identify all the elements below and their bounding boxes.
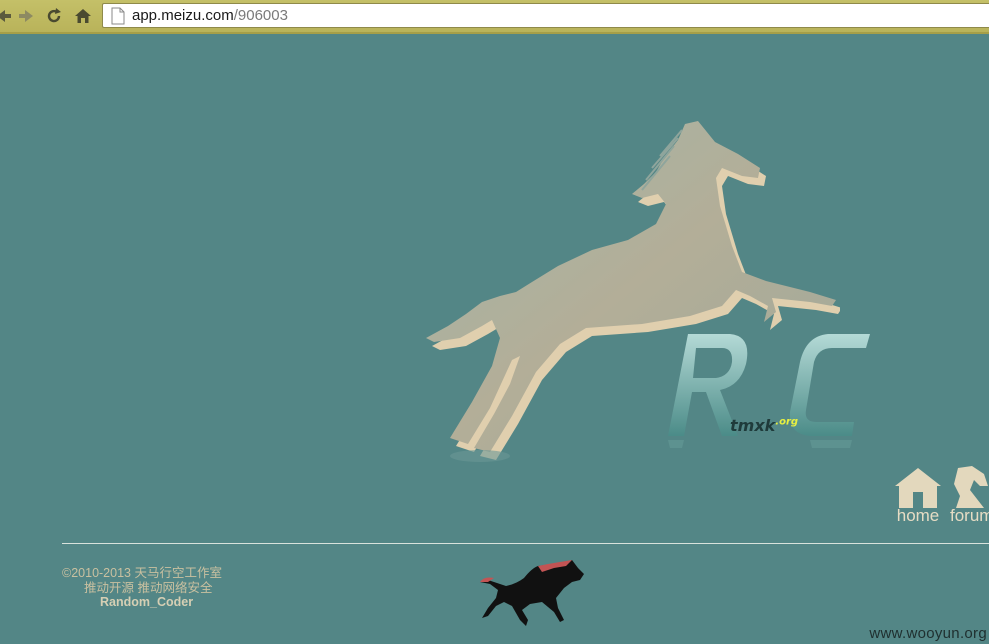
forward-button[interactable]: [14, 4, 38, 28]
forum-nav-label: forum: [950, 506, 989, 525]
footer-author: Random_Coder: [100, 595, 194, 609]
url-path: /906003: [233, 7, 288, 24]
page-body: tmxk.org home forum ©2010-2013 天马行空工作室 推…: [0, 36, 989, 644]
page-icon: [111, 7, 125, 24]
rc-logo: [668, 334, 870, 448]
logo-tag-suffix: .org: [775, 416, 799, 428]
reload-icon: [47, 8, 61, 23]
url-host: app.meizu.com: [132, 7, 234, 24]
address-bar[interactable]: app.meizu.com/906003: [102, 3, 989, 28]
footer-divider: [62, 543, 989, 544]
back-icon: [0, 10, 11, 22]
browser-toolbar: app.meizu.com/906003: [0, 0, 989, 34]
forward-icon: [19, 10, 33, 22]
home-button[interactable]: [71, 4, 95, 28]
running-horse-icon: [480, 560, 584, 626]
forum-nav-link[interactable]: forum: [950, 464, 989, 526]
footer-copyright: ©2010-2013 天马行空工作室: [62, 566, 222, 580]
logo-tag: tmxk.org: [730, 416, 799, 435]
footer-slogan: 推动开源 推动网络安全: [84, 580, 213, 595]
footer: ©2010-2013 天马行空工作室 推动开源 推动网络安全 Random_Co…: [62, 566, 222, 610]
forum-nav-icon: [954, 466, 988, 508]
watermark: www.wooyun.org: [869, 625, 987, 642]
reload-button[interactable]: [42, 4, 66, 28]
home-icon: [75, 9, 91, 23]
home-nav-link[interactable]: home: [892, 466, 944, 526]
home-nav-icon: [895, 468, 941, 508]
home-nav-label: home: [896, 506, 940, 525]
